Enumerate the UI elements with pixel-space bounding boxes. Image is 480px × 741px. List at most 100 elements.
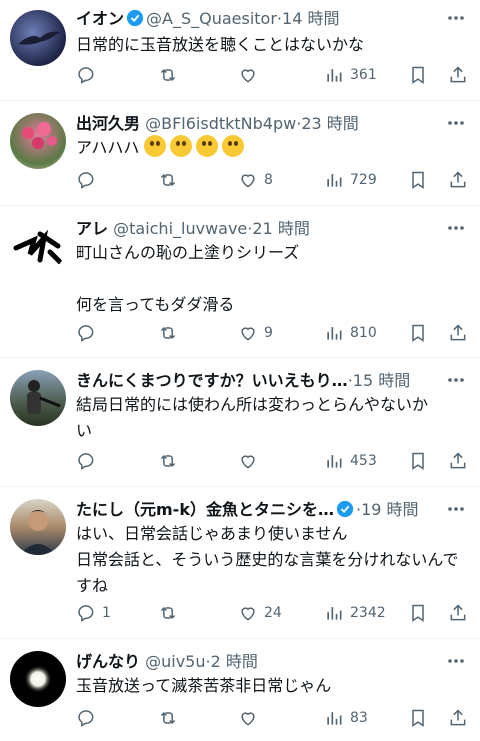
post-header: きんにくまつりですか？いいえもり…·15 時間 xyxy=(76,368,440,394)
share-button[interactable] xyxy=(448,320,468,346)
share-button[interactable] xyxy=(448,62,468,88)
timestamp[interactable]: 21 時間 xyxy=(252,219,309,238)
avatar[interactable] xyxy=(10,370,66,426)
avatar[interactable] xyxy=(10,218,66,274)
repost-icon xyxy=(160,711,176,725)
like-count: 9 xyxy=(264,325,273,341)
heart-icon xyxy=(241,174,255,188)
like-button[interactable] xyxy=(238,705,264,731)
post-header: げんなり @uiv5u·2 時間 xyxy=(76,649,440,675)
like-button[interactable] xyxy=(238,448,264,474)
share-button[interactable] xyxy=(448,167,468,193)
heart-icon xyxy=(241,455,255,469)
reply-button[interactable]: 1 xyxy=(76,600,111,626)
reply-button[interactable] xyxy=(76,705,102,731)
avatar[interactable] xyxy=(10,651,66,707)
bookmark-icon xyxy=(412,66,424,84)
more-options-icon[interactable] xyxy=(446,370,466,390)
like-button[interactable]: 24 xyxy=(238,600,282,626)
avatar[interactable] xyxy=(10,10,66,66)
bookmark-button[interactable] xyxy=(408,600,428,626)
moon-icon xyxy=(24,665,52,693)
bookmark-button[interactable] xyxy=(408,167,428,193)
verified-badge-icon xyxy=(336,500,354,523)
handle[interactable]: @taichi_luvwave xyxy=(113,219,247,238)
display-name[interactable]: げんなり xyxy=(76,652,140,671)
views-chart-icon xyxy=(327,712,342,725)
view-count: 83 xyxy=(350,710,368,726)
post[interactable]: げんなり @uiv5u·2 時間 玉音放送って滅茶苦茶非日常じゃん 83 xyxy=(0,639,480,741)
repost-icon xyxy=(160,68,176,82)
more-options-icon[interactable] xyxy=(446,499,466,519)
bookmark-icon xyxy=(412,604,424,622)
reply-icon xyxy=(78,325,94,342)
zany-face-emoji-icon xyxy=(170,135,193,157)
bird-silhouette-icon xyxy=(18,31,60,45)
repost-button[interactable] xyxy=(158,320,184,346)
avatar[interactable] xyxy=(10,499,66,555)
action-bar: 361 xyxy=(76,62,470,88)
bookmark-button[interactable] xyxy=(408,320,428,346)
repost-button[interactable] xyxy=(158,62,184,88)
view-count: 729 xyxy=(350,172,377,188)
handle[interactable]: @A_S_Quaesitor xyxy=(146,9,277,28)
bookmark-button[interactable] xyxy=(408,62,428,88)
views-button[interactable]: 361 xyxy=(324,62,377,88)
more-options-icon[interactable] xyxy=(446,8,466,28)
repost-button[interactable] xyxy=(158,448,184,474)
post-text: はい、日常会話じゃあまり使いません 日常会話と、そういう歴史的な言葉を分けれない… xyxy=(76,524,459,595)
repost-button[interactable] xyxy=(158,705,184,731)
post[interactable]: アレ @taichi_luvwave·21 時間 町山さんの恥の上塗りシリーズ … xyxy=(0,206,480,358)
reply-button[interactable] xyxy=(76,448,102,474)
display-name[interactable]: たにし（元m-k）金魚とタニシを… xyxy=(76,500,334,519)
views-button[interactable]: 729 xyxy=(324,167,377,193)
display-name[interactable]: 出河久男 xyxy=(76,114,140,133)
share-button[interactable] xyxy=(448,600,468,626)
bookmark-button[interactable] xyxy=(408,448,428,474)
views-button[interactable]: 810 xyxy=(324,320,377,346)
timestamp[interactable]: 2 時間 xyxy=(211,652,258,671)
repost-button[interactable] xyxy=(158,600,184,626)
post[interactable]: イオン @A_S_Quaesitor·14 時間 日常的に玉音放送を聴くことはない… xyxy=(0,0,480,101)
post-text: 町山さんの恥の上塗りシリーズ 何を言ってもダダ滑る xyxy=(76,243,300,314)
views-chart-icon xyxy=(327,607,342,620)
share-button[interactable] xyxy=(448,705,468,731)
post[interactable]: きんにくまつりですか？いいえもり…·15 時間 結局日常的には使わん所は変わっと… xyxy=(0,358,480,487)
view-count: 453 xyxy=(350,453,377,469)
post[interactable]: たにし（元m-k）金魚とタニシを… ·19 時間 はい、日常会話じゃあまり使いませ… xyxy=(0,487,480,639)
views-button[interactable]: 2342 xyxy=(324,600,386,626)
display-name[interactable]: きんにくまつりですか？いいえもり… xyxy=(76,371,348,390)
post-text: アハハハ xyxy=(76,135,460,161)
avatar[interactable] xyxy=(10,113,66,169)
post-header: たにし（元m-k）金魚とタニシを… ·19 時間 xyxy=(76,497,440,523)
views-button[interactable]: 83 xyxy=(324,705,368,731)
more-options-icon[interactable] xyxy=(446,218,466,238)
post[interactable]: 出河久男 @BFl6isdtktNb4pw·23 時間 アハハハ 8 729 xyxy=(0,101,480,206)
view-count: 361 xyxy=(350,67,377,83)
reply-button[interactable] xyxy=(76,62,102,88)
repost-icon xyxy=(160,606,176,620)
share-icon xyxy=(450,324,466,341)
reply-button[interactable] xyxy=(76,167,102,193)
timestamp[interactable]: 19 時間 xyxy=(361,500,418,519)
handle[interactable]: @BFl6isdtktNb4pw xyxy=(145,114,296,133)
bookmark-button[interactable] xyxy=(408,705,428,731)
reply-button[interactable] xyxy=(76,320,102,346)
like-button[interactable]: 8 xyxy=(238,167,273,193)
timestamp[interactable]: 14 時間 xyxy=(282,9,339,28)
more-options-icon[interactable] xyxy=(446,113,466,133)
display-name[interactable]: アレ xyxy=(76,219,108,238)
handle[interactable]: @uiv5u xyxy=(145,652,205,671)
repost-button[interactable] xyxy=(158,167,184,193)
post-header: 出河久男 @BFl6isdtktNb4pw·23 時間 xyxy=(76,111,440,137)
views-chart-icon xyxy=(327,327,342,340)
timestamp[interactable]: 15 時間 xyxy=(353,371,410,390)
share-button[interactable] xyxy=(448,448,468,474)
views-button[interactable]: 453 xyxy=(324,448,377,474)
display-name[interactable]: イオン xyxy=(76,9,124,28)
bookmark-icon xyxy=(412,452,424,470)
more-options-icon[interactable] xyxy=(446,651,466,671)
like-button[interactable] xyxy=(238,62,264,88)
like-button[interactable]: 9 xyxy=(238,320,273,346)
timestamp[interactable]: 23 時間 xyxy=(301,114,358,133)
